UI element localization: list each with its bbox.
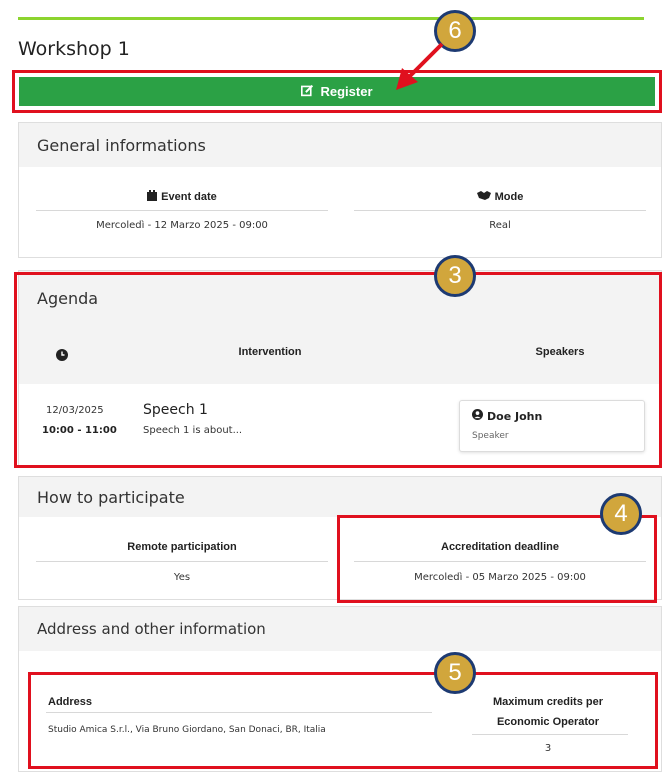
- remote-participation-value: Yes: [173, 572, 191, 583]
- handshake-icon: [476, 190, 491, 203]
- address-highlight: [28, 672, 658, 769]
- callout-arrow-icon: [396, 42, 444, 90]
- divider: [36, 210, 328, 211]
- callout-badge-5: 5: [434, 652, 476, 694]
- divider: [354, 210, 646, 211]
- register-label: Register: [320, 84, 373, 99]
- edit-icon: [301, 84, 314, 100]
- divider: [36, 561, 328, 562]
- callout-badge-3: 3: [434, 255, 476, 297]
- event-date-value: Mercoledì - 12 Marzo 2025 - 09:00: [96, 220, 268, 231]
- remote-participation-header: Remote participation: [127, 541, 237, 553]
- participate-heading: How to participate: [19, 477, 661, 517]
- calendar-icon: [147, 190, 158, 204]
- event-date-header: Event date: [36, 190, 328, 204]
- agenda-highlight: [14, 272, 662, 468]
- callout-badge-4: 4: [600, 493, 642, 535]
- address-heading: Address and other information: [19, 607, 661, 651]
- mode-value: Real: [489, 220, 511, 231]
- page-title: Workshop 1: [18, 38, 130, 60]
- register-button[interactable]: Register: [19, 77, 655, 106]
- top-accent-line: [18, 17, 644, 20]
- register-highlight: Register: [12, 70, 662, 113]
- mode-header: Mode: [354, 190, 646, 203]
- general-info-heading: General informations: [19, 123, 661, 167]
